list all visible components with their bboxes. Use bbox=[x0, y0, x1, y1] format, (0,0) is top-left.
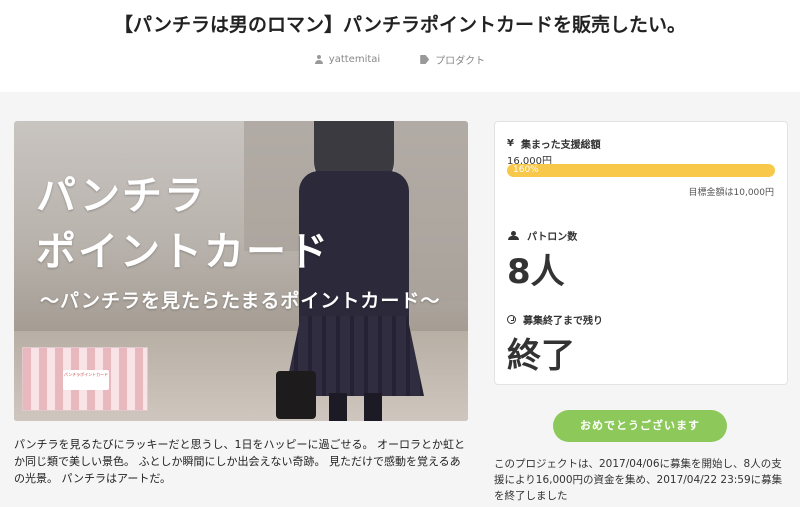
figure-leg bbox=[364, 393, 382, 421]
category-link[interactable]: プロダクト bbox=[420, 52, 485, 67]
point-card-image: パンチラポイントカード bbox=[22, 347, 148, 411]
hero-title-line2: ポイントカード bbox=[36, 229, 330, 275]
project-hero-image: パンチラ ポイントカード 〜パンチラを見たらたまるポイントカード〜 パンチラポイ… bbox=[14, 121, 468, 421]
point-card-label: パンチラポイントカード bbox=[63, 370, 109, 390]
funding-panel: ¥ 集まった支援総額 16,000円 160% 目標金額は10,000円 パトロ… bbox=[494, 121, 788, 385]
users-icon bbox=[507, 231, 520, 240]
patron-label-row: パトロン数 bbox=[507, 228, 577, 243]
progress-bar: 160% bbox=[507, 164, 775, 177]
remaining-label-row: 募集終了まで残り bbox=[507, 312, 603, 327]
hero-subtitle: 〜パンチラを見たらたまるポイントカード〜 bbox=[40, 290, 441, 312]
clock-icon bbox=[507, 315, 516, 324]
yen-icon: ¥ bbox=[507, 138, 514, 149]
raised-label-row: ¥ 集まった支援総額 bbox=[507, 136, 601, 151]
progress-text: 160% bbox=[513, 165, 539, 175]
raised-label: 集まった支援総額 bbox=[520, 140, 601, 151]
figure-leg bbox=[329, 393, 347, 421]
hero-title-line1: パンチラ bbox=[36, 173, 206, 219]
tag-icon bbox=[420, 55, 430, 64]
remaining-value: 終了 bbox=[507, 336, 575, 376]
author-link[interactable]: yattemitai bbox=[314, 52, 381, 67]
goal-amount: 目標金額は10,000円 bbox=[688, 188, 775, 198]
project-meta: yattemitai プロダクト bbox=[0, 52, 800, 67]
congratulations-button[interactable]: おめでとうございます bbox=[553, 410, 727, 442]
patron-label: パトロン数 bbox=[527, 232, 578, 243]
patron-count: 8人 bbox=[507, 252, 565, 292]
project-title: 【パンチラは男のロマン】パンチラポイントカードを販売したい。 bbox=[114, 14, 686, 36]
author-name: yattemitai bbox=[328, 54, 381, 65]
school-bag bbox=[276, 371, 316, 419]
project-description: パンチラを見るたびにラッキーだと思うし、1日をハッピーに過ごせる。 オーロラとか… bbox=[14, 438, 466, 485]
category-name: プロダクト bbox=[435, 56, 486, 67]
project-summary: このプロジェクトは、2017/04/06に募集を開始し、8人の支援により16,0… bbox=[494, 458, 783, 502]
remaining-label: 募集終了まで残り bbox=[523, 316, 603, 327]
user-icon bbox=[314, 55, 323, 64]
